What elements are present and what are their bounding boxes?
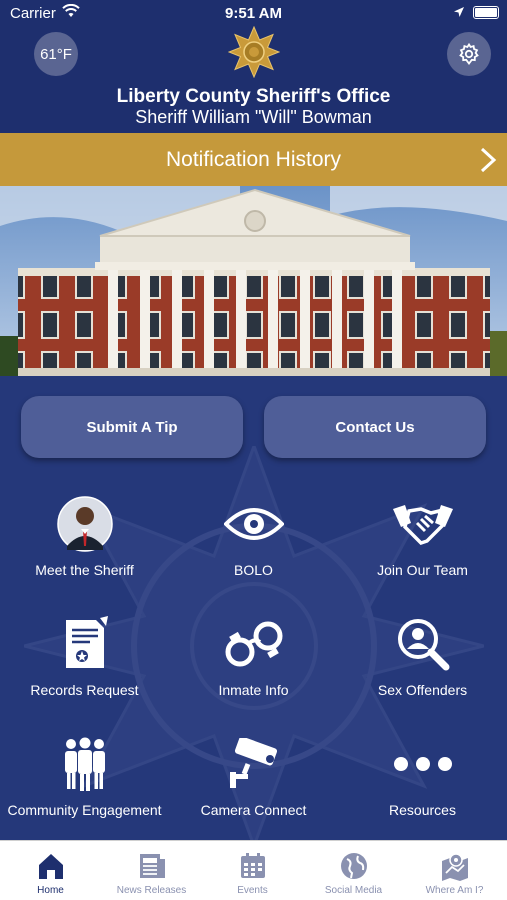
tile-label: Resources — [389, 802, 456, 818]
status-bar: Carrier 9:51 AM — [0, 0, 507, 28]
tile-bolo[interactable]: BOLO — [169, 494, 338, 604]
tab-label: Home — [37, 885, 64, 896]
notification-history-label: Notification History — [165, 147, 342, 171]
tab-events[interactable]: Events — [202, 841, 303, 900]
chevron-right-icon — [480, 147, 497, 173]
globe-icon — [340, 853, 367, 879]
tile-sex-offenders[interactable]: Sex Offenders — [338, 614, 507, 724]
tab-home[interactable]: Home — [0, 841, 101, 900]
sheriff-name: Sheriff William "Will" Bowman — [135, 107, 372, 127]
submit-tip-button[interactable]: Submit A Tip — [21, 396, 243, 458]
tab-label: Events — [237, 885, 268, 896]
tile-join-our-team[interactable]: Join Our Team — [338, 494, 507, 604]
tab-news-releases[interactable]: News Releases — [101, 841, 202, 900]
sheriff-photo — [50, 494, 120, 554]
newspaper-icon — [139, 854, 165, 878]
temperature-badge[interactable]: 61°F — [34, 32, 78, 76]
tile-label: Join Our Team — [377, 562, 468, 578]
tile-records-request[interactable]: Records Request — [0, 614, 169, 724]
eye-icon — [219, 494, 289, 554]
tab-label: Where Am I? — [425, 885, 484, 896]
tile-label: Inmate Info — [218, 682, 289, 698]
tile-label: Sex Offenders — [377, 682, 468, 698]
tile-label: BOLO — [234, 562, 273, 578]
tab-where-am-i[interactable]: Where Am I? — [404, 841, 505, 900]
tile-resources[interactable]: Resources — [338, 734, 507, 840]
tile-label: Meet the Sheriff — [35, 562, 134, 578]
document-icon — [50, 614, 120, 674]
settings-button[interactable] — [447, 32, 491, 76]
tab-social-media[interactable]: Social Media — [303, 841, 404, 900]
tab-label: Social Media — [324, 885, 383, 896]
person-search-icon — [388, 614, 458, 674]
home-icon — [38, 854, 63, 879]
security-camera-icon — [219, 734, 289, 794]
tile-community-engagement[interactable]: Community Engagement — [0, 734, 169, 840]
tile-meet-the-sheriff[interactable]: Meet the Sheriff — [0, 494, 169, 604]
tile-label: Records Request — [30, 682, 139, 698]
sheriff-star-logo — [228, 26, 280, 78]
tab-label: News Releases — [116, 885, 187, 896]
bottom-tab-bar: Home News Releases Events Social Media W… — [0, 840, 507, 900]
calendar-icon — [240, 853, 265, 878]
contact-us-button[interactable]: Contact Us — [264, 396, 486, 458]
tile-inmate-info[interactable]: Inmate Info — [169, 614, 338, 724]
battery-icon — [473, 6, 499, 19]
handcuffs-icon — [219, 614, 289, 674]
tile-label: Camera Connect — [200, 802, 307, 818]
clock: 9:51 AM — [225, 5, 282, 22]
main-menu: Submit A Tip Contact Us Meet the Sheriff… — [0, 376, 507, 840]
people-icon — [50, 734, 120, 794]
office-title: Liberty County Sheriff's Office — [116, 86, 391, 107]
handshake-icon — [388, 494, 458, 554]
location-arrow-icon — [453, 5, 465, 22]
courthouse-photo — [0, 186, 507, 376]
tile-label: Community Engagement — [7, 802, 162, 818]
notification-history-bar[interactable]: Notification History — [0, 133, 507, 186]
more-dots-icon — [388, 734, 458, 794]
gear-icon — [459, 42, 479, 65]
tile-camera-connect[interactable]: Camera Connect — [169, 734, 338, 840]
map-icon — [441, 853, 468, 881]
app-header: 61°F Liberty County Sheriff's Office She… — [0, 26, 507, 133]
